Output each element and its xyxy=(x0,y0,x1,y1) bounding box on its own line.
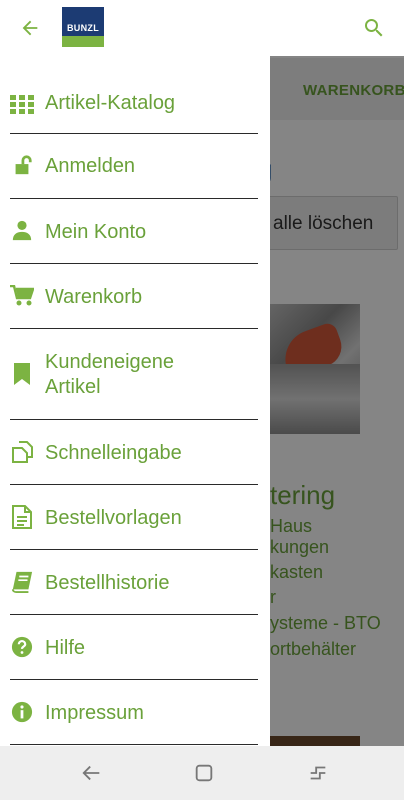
app-bar: BUNZL xyxy=(0,0,404,56)
logo-text: BUNZL xyxy=(67,23,99,33)
system-home-button[interactable] xyxy=(191,760,217,786)
person-icon xyxy=(10,218,34,242)
drawer-item-bestellvorlagen[interactable]: Bestellvorlagen xyxy=(0,485,270,549)
drawer-item-label: Anmelden xyxy=(45,155,136,177)
drawer-item-impressum[interactable]: Impressum xyxy=(0,680,270,744)
nav-back-icon xyxy=(82,765,100,781)
drawer-item-label: Hilfe xyxy=(45,637,86,659)
system-back-button[interactable] xyxy=(79,760,105,786)
system-navigation-bar xyxy=(0,746,404,800)
logo-green-bar xyxy=(62,36,104,47)
drawer-item-label: Warenkorb xyxy=(45,286,143,308)
book-icon xyxy=(10,570,34,594)
document-icon xyxy=(10,505,34,529)
navigation-drawer: Artikel-Katalog Anmelden Mein Konto Ware… xyxy=(0,56,270,746)
drawer-item-kundeneigene-artikel[interactable]: Kundeneigene Artikel xyxy=(0,329,270,419)
help-icon xyxy=(10,635,34,659)
search-icon xyxy=(365,19,383,37)
back-button[interactable] xyxy=(10,8,50,48)
drawer-item-bestellhistorie[interactable]: Bestellhistorie xyxy=(0,550,270,614)
drawer-item-label: Mein Konto xyxy=(45,221,147,243)
cart-icon xyxy=(10,284,34,308)
drawer-item-hilfe[interactable]: Hilfe xyxy=(0,615,270,679)
drawer-item-mein-konto[interactable]: Mein Konto xyxy=(0,199,270,263)
unlock-icon xyxy=(10,153,34,177)
drawer-item-schnelleingabe[interactable]: Schnelleingabe xyxy=(0,420,270,484)
system-recents-button[interactable] xyxy=(305,760,331,786)
grid-icon xyxy=(10,92,34,116)
drawer-item-warenkorb[interactable]: Warenkorb xyxy=(0,264,270,328)
arrow-left-icon xyxy=(22,20,38,36)
drawer-item-label: Bestellvorlagen xyxy=(45,507,182,529)
drawer-divider xyxy=(10,744,258,745)
copy-icon xyxy=(10,440,34,464)
search-button[interactable] xyxy=(354,8,394,48)
nav-home-icon xyxy=(195,764,213,782)
drawer-item-label: Schnelleingabe xyxy=(45,442,182,464)
nav-recents-icon xyxy=(310,766,326,780)
bookmark-icon xyxy=(10,362,34,386)
info-icon xyxy=(10,700,34,724)
drawer-item-label: Impressum xyxy=(45,702,144,724)
drawer-item-label: Kundeneigene Artikel xyxy=(45,351,175,398)
drawer-item-artikel-katalog[interactable]: Artikel-Katalog xyxy=(0,56,270,133)
drawer-item-anmelden[interactable]: Anmelden xyxy=(0,134,270,198)
bunzl-logo[interactable]: BUNZL xyxy=(62,7,104,47)
drawer-item-label: Artikel-Katalog xyxy=(45,92,176,114)
drawer-item-label: Bestellhistorie xyxy=(45,572,170,594)
